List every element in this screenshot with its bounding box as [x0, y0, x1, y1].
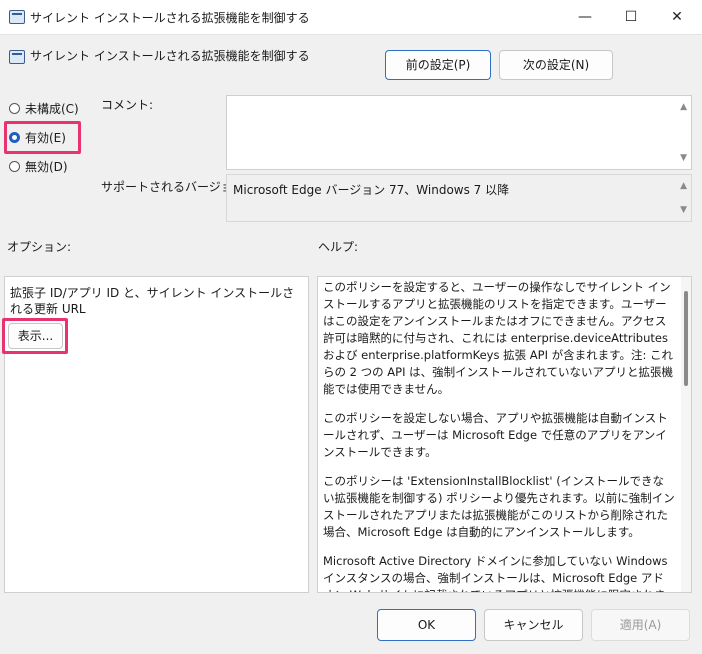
help-heading: ヘルプ:: [318, 240, 359, 254]
ok-button[interactable]: OK: [377, 609, 476, 641]
radio-label: 有効(E): [25, 131, 66, 145]
scrollbar-thumb[interactable]: [684, 291, 688, 386]
close-button[interactable]: ✕: [654, 0, 700, 34]
help-paragraph: このポリシーを設定しない場合、アプリや拡張機能は自動インストールされず、ユーザー…: [323, 411, 668, 459]
options-heading: オプション:: [7, 240, 72, 254]
scroll-up-icon[interactable]: ▲: [680, 181, 687, 191]
supported-versions-box: Microsoft Edge バージョン 77、Windows 7 以降 ▲ ▼: [226, 174, 692, 222]
policy-icon: [9, 50, 25, 64]
window-title: サイレント インストールされる拡張機能を制御する: [30, 11, 310, 25]
radio-label: 無効(D): [25, 160, 68, 174]
comment-textarea[interactable]: ▲ ▼: [226, 95, 692, 170]
radio-circle[interactable]: [9, 103, 20, 114]
app-icon: [9, 10, 25, 24]
radio-label: 未構成(C): [25, 102, 79, 116]
next-setting-button[interactable]: 次の設定(N): [499, 50, 613, 80]
maximize-button[interactable]: ☐: [608, 0, 654, 34]
minimize-button[interactable]: —: [562, 0, 608, 34]
help-panel: このポリシーを設定すると、ユーザーの操作なしでサイレント インストールするアプリ…: [317, 276, 692, 593]
prev-setting-button[interactable]: 前の設定(P): [385, 50, 491, 80]
scroll-down-icon[interactable]: ▼: [680, 153, 687, 163]
radio-circle[interactable]: [9, 132, 20, 143]
scroll-down-icon[interactable]: ▼: [680, 205, 687, 215]
show-button[interactable]: 表示...: [8, 323, 63, 349]
help-paragraph: このポリシーは 'ExtensionInstallBlocklist' (インス…: [323, 474, 675, 539]
policy-title: サイレント インストールされる拡張機能を制御する: [30, 49, 310, 63]
help-paragraph: Microsoft Active Directory ドメインに参加していない …: [323, 554, 668, 592]
extension-list-label: 拡張子 ID/アプリ ID と、サイレント インストールされる更新 URL: [10, 286, 295, 316]
help-text: このポリシーを設定すると、ユーザーの操作なしでサイレント インストールするアプリ…: [323, 279, 675, 592]
comment-label: コメント:: [101, 98, 154, 112]
cancel-button[interactable]: キャンセル: [484, 609, 583, 641]
help-scrollbar[interactable]: [681, 277, 691, 592]
apply-button[interactable]: 適用(A): [591, 609, 690, 641]
scroll-up-icon[interactable]: ▲: [680, 102, 687, 112]
help-paragraph: このポリシーを設定すると、ユーザーの操作なしでサイレント インストールするアプリ…: [323, 280, 674, 396]
window-title-bar: サイレント インストールされる拡張機能を制御する — ☐ ✕: [0, 0, 702, 35]
radio-circle[interactable]: [9, 161, 20, 172]
supported-value: Microsoft Edge バージョン 77、Windows 7 以降: [233, 183, 510, 197]
